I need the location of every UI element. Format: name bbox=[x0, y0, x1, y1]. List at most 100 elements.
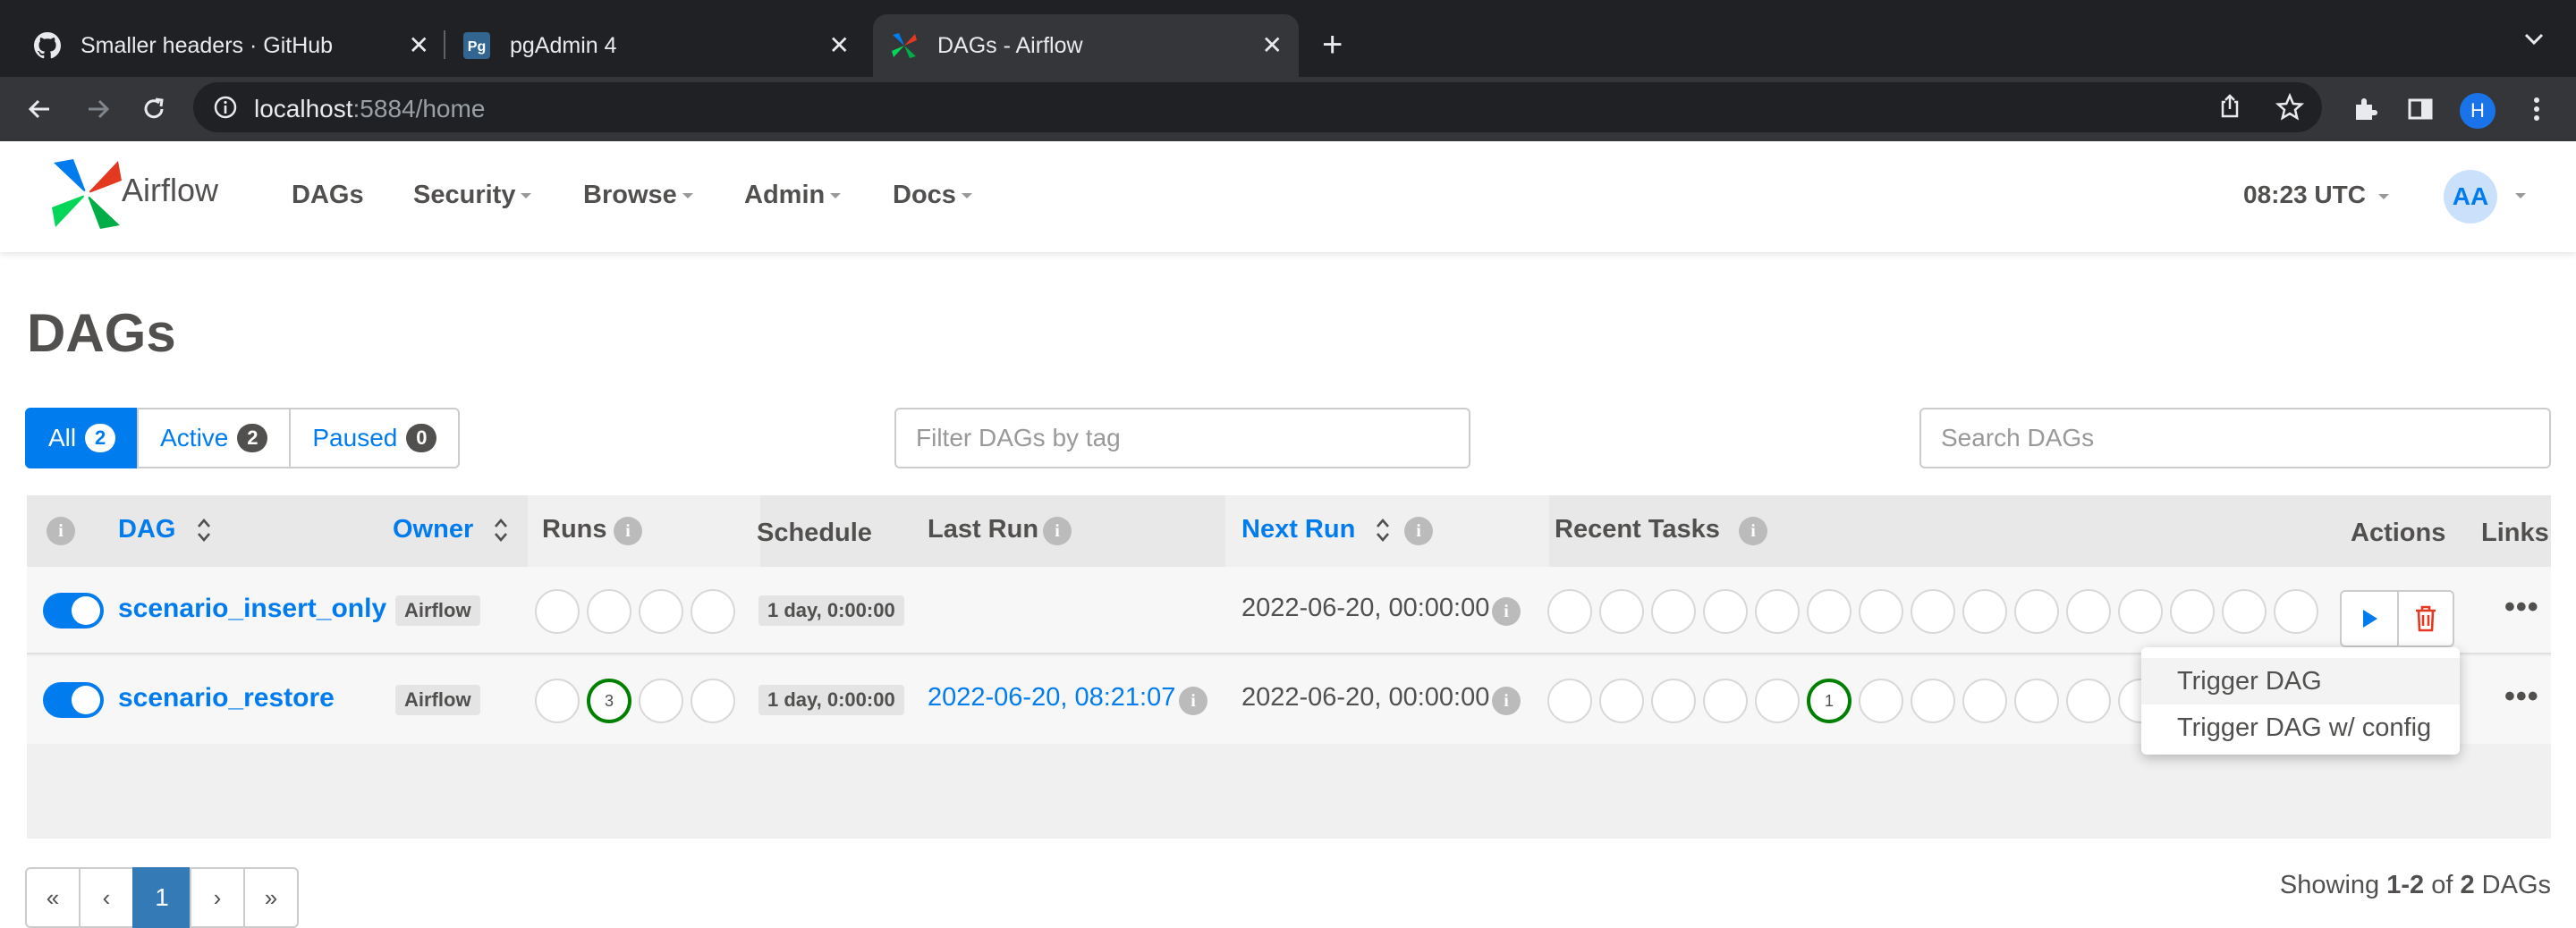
filter-all-button[interactable]: All 2 bbox=[25, 408, 140, 468]
browser-tab-airflow[interactable]: DAGs - Airflow ✕ bbox=[873, 14, 1299, 77]
site-info-icon[interactable] bbox=[213, 95, 238, 124]
actions-group bbox=[2340, 590, 2454, 647]
trigger-dag-config-menu-item[interactable]: Trigger DAG w/ config bbox=[2141, 704, 2460, 751]
task-status-circle[interactable] bbox=[2222, 589, 2267, 634]
reload-icon[interactable] bbox=[136, 91, 172, 127]
dag-pause-toggle[interactable] bbox=[43, 682, 104, 718]
current-page-button[interactable]: 1 bbox=[132, 867, 191, 928]
nav-security[interactable]: Security bbox=[413, 181, 532, 210]
task-status-circle[interactable] bbox=[1547, 679, 1592, 723]
brand-name[interactable]: Airflow bbox=[122, 172, 218, 209]
nav-admin[interactable]: Admin bbox=[744, 181, 842, 210]
close-tab-icon[interactable]: ✕ bbox=[1262, 32, 1283, 59]
nav-dags[interactable]: DAGs bbox=[292, 181, 364, 210]
caret-down-icon[interactable] bbox=[2515, 193, 2526, 198]
share-icon[interactable] bbox=[2216, 93, 2243, 124]
run-status-circle[interactable] bbox=[639, 589, 683, 634]
task-status-circle[interactable] bbox=[2066, 589, 2111, 634]
header-owner[interactable]: Owner bbox=[393, 515, 509, 544]
browser-profile-avatar[interactable]: H bbox=[2460, 93, 2496, 129]
bookmark-star-icon[interactable] bbox=[2275, 92, 2305, 126]
user-avatar[interactable]: AA bbox=[2444, 170, 2497, 224]
tag-filter-input[interactable] bbox=[894, 408, 1470, 468]
run-status-circle[interactable] bbox=[691, 679, 735, 723]
trigger-dag-menu-item[interactable]: Trigger DAG bbox=[2141, 658, 2460, 704]
trigger-dag-button[interactable] bbox=[2342, 592, 2397, 645]
task-status-circle[interactable] bbox=[1755, 679, 1800, 723]
more-links-icon[interactable]: ••• bbox=[2504, 679, 2539, 714]
task-status-circle[interactable] bbox=[2014, 679, 2059, 723]
task-status-circle[interactable] bbox=[1547, 589, 1592, 634]
extensions-icon[interactable] bbox=[2347, 91, 2383, 127]
address-bar[interactable]: localhost:5884/home bbox=[193, 82, 2322, 132]
task-status-circle[interactable] bbox=[1859, 679, 1903, 723]
task-status-circle[interactable] bbox=[1599, 679, 1644, 723]
dag-pause-toggle[interactable] bbox=[43, 593, 104, 629]
task-status-circle[interactable] bbox=[1911, 589, 1955, 634]
last-page-button[interactable]: » bbox=[243, 867, 299, 928]
run-status-circle[interactable] bbox=[639, 679, 683, 723]
owner-badge[interactable]: Airflow bbox=[395, 685, 480, 715]
filter-active-button[interactable]: Active 2 bbox=[137, 408, 292, 468]
task-status-circle[interactable]: 1 bbox=[1807, 679, 1852, 723]
info-icon[interactable]: i bbox=[1492, 597, 1521, 626]
info-icon[interactable]: i bbox=[1404, 517, 1433, 545]
task-status-circle[interactable] bbox=[2014, 589, 2059, 634]
browser-menu-icon[interactable] bbox=[2519, 91, 2555, 127]
run-status-circle[interactable] bbox=[535, 679, 580, 723]
airflow-logo-icon[interactable] bbox=[50, 157, 123, 231]
close-tab-icon[interactable]: ✕ bbox=[829, 32, 850, 59]
new-tab-icon[interactable]: + bbox=[1322, 25, 1343, 64]
header-next-run[interactable]: Next Run bbox=[1241, 515, 1391, 544]
tab-search-icon[interactable] bbox=[2522, 27, 2546, 55]
info-icon[interactable]: i bbox=[1043, 517, 1072, 545]
prev-page-button[interactable]: ‹ bbox=[79, 867, 134, 928]
back-icon[interactable] bbox=[21, 91, 57, 127]
task-status-circle[interactable] bbox=[1859, 589, 1903, 634]
task-status-circle[interactable] bbox=[2274, 589, 2318, 634]
close-tab-icon[interactable]: ✕ bbox=[409, 32, 429, 59]
info-icon[interactable]: i bbox=[614, 517, 642, 545]
nav-browse[interactable]: Browse bbox=[583, 181, 693, 210]
first-page-button[interactable]: « bbox=[25, 867, 80, 928]
task-status-circle[interactable] bbox=[1651, 679, 1696, 723]
browser-tab-pgadmin[interactable]: Pg pgAdmin 4 ✕ bbox=[451, 14, 866, 77]
info-icon[interactable]: i bbox=[1739, 517, 1767, 545]
run-status-circle[interactable] bbox=[587, 589, 631, 634]
search-dags-input[interactable] bbox=[1919, 408, 2551, 468]
info-icon[interactable]: i bbox=[1179, 687, 1208, 715]
browser-tab-github[interactable]: Smaller headers · GitHub ✕ bbox=[14, 14, 445, 77]
task-status-circle[interactable] bbox=[1703, 589, 1748, 634]
forward-icon[interactable] bbox=[80, 91, 116, 127]
task-status-circle[interactable] bbox=[1651, 589, 1696, 634]
utc-clock[interactable]: 08:23 UTC bbox=[2243, 181, 2389, 209]
task-status-circle[interactable] bbox=[2118, 589, 2163, 634]
header-label: Links bbox=[2481, 519, 2549, 547]
run-status-circle[interactable] bbox=[535, 589, 580, 634]
task-status-circle[interactable] bbox=[1911, 679, 1955, 723]
task-status-circle[interactable] bbox=[1755, 589, 1800, 634]
nav-docs[interactable]: Docs bbox=[893, 181, 972, 210]
run-status-circle[interactable]: 3 bbox=[587, 679, 631, 723]
info-icon[interactable]: i bbox=[47, 517, 75, 545]
more-links-icon[interactable]: ••• bbox=[2504, 590, 2539, 625]
task-status-circle[interactable] bbox=[1962, 589, 2007, 634]
task-status-circle[interactable] bbox=[1807, 589, 1852, 634]
filter-paused-button[interactable]: Paused 0 bbox=[289, 408, 461, 468]
showing-total: 2 bbox=[2460, 871, 2475, 899]
task-status-circle[interactable] bbox=[1599, 589, 1644, 634]
delete-dag-button[interactable] bbox=[2397, 592, 2453, 645]
last-run-link[interactable]: 2022-06-20, 08:21:07 bbox=[928, 683, 1175, 713]
side-panel-icon[interactable] bbox=[2402, 91, 2438, 127]
task-status-circle[interactable] bbox=[1703, 679, 1748, 723]
task-status-circle[interactable] bbox=[2170, 589, 2215, 634]
run-status-circle[interactable] bbox=[691, 589, 735, 634]
info-icon[interactable]: i bbox=[1492, 687, 1521, 715]
header-dag[interactable]: DAG bbox=[118, 515, 212, 544]
dag-id-link[interactable]: scenario_restore bbox=[118, 683, 335, 713]
owner-badge[interactable]: Airflow bbox=[395, 595, 480, 626]
task-status-circle[interactable] bbox=[1962, 679, 2007, 723]
next-page-button[interactable]: › bbox=[190, 867, 245, 928]
task-status-circle[interactable] bbox=[2066, 679, 2111, 723]
dag-id-link[interactable]: scenario_insert_only bbox=[118, 594, 386, 624]
